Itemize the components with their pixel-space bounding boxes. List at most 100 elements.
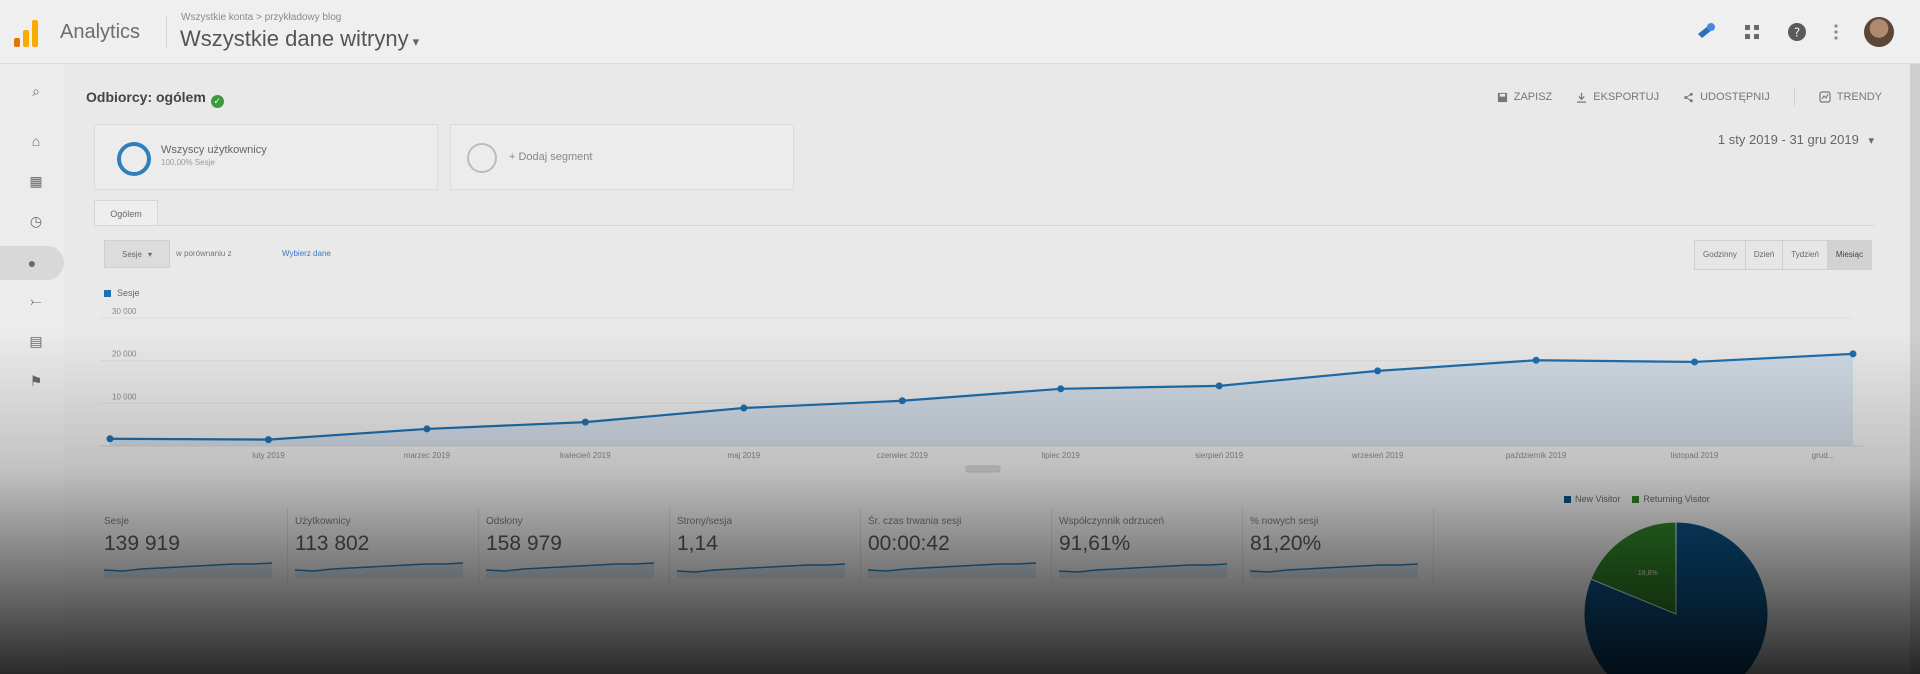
y-tick-label: 10 000 — [112, 392, 137, 401]
kpi-sparkline — [868, 562, 1036, 578]
view-selector[interactable]: Wszystkie dane witryny ▾ — [180, 26, 419, 52]
kpi-sparkline — [1059, 563, 1227, 578]
conversions-icon[interactable]: ⚑ — [10, 364, 62, 398]
view-name: Wszystkie dane witryny — [180, 26, 409, 51]
data-point[interactable] — [106, 435, 114, 443]
kpi-card[interactable]: Współczynnik odrzuceń 91,61% — [1059, 510, 1239, 588]
insights-label: TRENDY — [1836, 91, 1882, 103]
data-point[interactable] — [740, 404, 748, 412]
save-label: ZAPISZ — [1513, 91, 1553, 103]
data-point[interactable] — [581, 418, 589, 426]
data-point[interactable] — [423, 425, 431, 433]
kpi-card[interactable]: Strony/sesja 1,14 — [677, 510, 857, 588]
page-title: Odbiorcy: ogólem ✓ — [86, 89, 224, 108]
help-icon[interactable]: ? — [1785, 20, 1809, 44]
notifications-icon[interactable] — [1694, 20, 1718, 44]
kpi-value: 00:00:42 — [868, 532, 950, 555]
x-tick-label: kwiecień 2019 — [560, 451, 611, 460]
chevron-down-icon: ▾ — [148, 249, 153, 259]
x-tick-label: marzec 2019 — [404, 451, 451, 460]
kpi-label: Śr. czas trwania sesji — [868, 516, 962, 527]
tab-divider — [94, 225, 1874, 226]
select-metric-link[interactable]: Wybierz dane — [282, 249, 331, 258]
share-button[interactable]: UDOSTĘPNIJ — [1683, 91, 1770, 103]
data-point[interactable] — [1849, 350, 1857, 358]
granularity-week-button[interactable]: Tydzień — [1783, 241, 1828, 269]
realtime-icon[interactable]: ◷ — [10, 204, 62, 238]
segment-all-users[interactable]: Wszyscy użytkownicy 100,00% Sesje — [94, 124, 438, 190]
legend-label: Sesje — [117, 288, 140, 298]
kpi-label: Odsłony — [486, 516, 523, 527]
kpi-value: 91,61% — [1059, 532, 1131, 555]
x-tick-label: czerwiec 2019 — [877, 451, 929, 460]
kpi-sparkline — [486, 562, 654, 578]
export-label: EKSPORTUJ — [1593, 91, 1660, 103]
metric-value: Sesje — [121, 249, 142, 259]
search-icon[interactable]: ⌕ — [10, 74, 62, 108]
divider — [1242, 508, 1243, 586]
granularity-month-button[interactable]: Miesiąc — [1827, 241, 1871, 269]
account-breadcrumb[interactable]: Wszystkie konta > przykładowy blog — [181, 12, 341, 23]
granularity-hourly-button[interactable]: Godzinny — [1695, 241, 1746, 269]
audience-icon[interactable]: ● — [0, 246, 64, 280]
date-range-text: 1 sty 2019 - 31 gru 2019 — [1717, 132, 1859, 147]
chart-legend: Sesje — [104, 288, 140, 298]
avatar[interactable] — [1864, 17, 1894, 47]
legend-label: Returning Visitor — [1643, 494, 1710, 504]
kpi-card[interactable]: Sesje 139 919 — [104, 510, 284, 588]
share-icon — [1684, 92, 1693, 102]
home-icon[interactable]: ⌂ — [10, 124, 62, 158]
add-segment-label: + Dodaj segment — [509, 151, 593, 163]
kpi-value: 158 979 — [486, 532, 562, 555]
customization-icon[interactable]: ▦ — [10, 164, 62, 198]
date-range-picker[interactable]: 1 sty 2019 - 31 gru 2019 ▾ — [1718, 132, 1874, 147]
x-tick-label: lipiec 2019 — [1042, 451, 1081, 460]
kpi-sparkline — [295, 562, 463, 578]
scrollbar[interactable] — [1910, 64, 1920, 674]
data-point[interactable] — [1215, 382, 1223, 390]
verified-icon: ✓ — [210, 95, 224, 108]
chart-resize-handle[interactable] — [965, 465, 1001, 473]
data-point[interactable] — [264, 436, 272, 444]
kpi-card[interactable]: Użytkownicy 113 802 — [295, 510, 475, 588]
segment-percentage: 100,00% Sesje — [161, 158, 215, 167]
apps-grid-icon[interactable] — [1740, 20, 1764, 44]
export-button[interactable]: EKSPORTUJ — [1576, 91, 1659, 103]
kpi-sparkline — [1250, 563, 1418, 578]
more-vert-icon[interactable] — [1824, 20, 1848, 44]
y-tick-label: 30 000 — [112, 307, 137, 316]
kpi-card[interactable]: % nowych sesji 81,20% — [1250, 510, 1430, 588]
data-point[interactable] — [898, 397, 906, 405]
visitor-type-pie-chart: 18,8% — [1583, 522, 1769, 674]
acquisition-icon[interactable]: ⤚ — [10, 284, 62, 318]
x-tick-label: listopad 2019 — [1671, 451, 1719, 460]
divider — [1793, 88, 1795, 106]
data-point[interactable] — [1532, 356, 1540, 364]
kpi-value: 1,14 — [677, 532, 718, 555]
x-tick-label: grud... — [1812, 451, 1835, 460]
add-segment-button[interactable]: + Dodaj segment — [450, 124, 794, 190]
empty-segment-icon — [467, 143, 497, 173]
x-tick-label: październik 2019 — [1506, 451, 1567, 460]
metric-dropdown[interactable]: Sesje ▾ — [104, 240, 170, 268]
save-button[interactable]: ZAPISZ — [1497, 91, 1553, 103]
data-point[interactable] — [1057, 385, 1065, 393]
data-point[interactable] — [1691, 358, 1699, 366]
kpi-card[interactable]: Odsłony 158 979 — [486, 510, 666, 588]
insights-button[interactable]: TRENDY — [1819, 91, 1882, 103]
segment-name: Wszyscy użytkownicy — [161, 144, 267, 156]
legend-label: New Visitor — [1575, 494, 1621, 504]
x-tick-label: maj 2019 — [727, 451, 760, 460]
chevron-down-icon: ▾ — [412, 34, 420, 49]
behavior-icon[interactable]: ▤ — [10, 324, 62, 358]
kpi-card[interactable]: Śr. czas trwania sesji 00:00:42 — [868, 510, 1048, 588]
kpi-value: 81,20% — [1250, 532, 1322, 555]
tab-overview[interactable]: Ogólem — [94, 200, 158, 226]
analytics-logo-icon[interactable] — [14, 19, 40, 47]
kpi-label: Użytkownicy — [295, 516, 351, 527]
data-point[interactable] — [1374, 367, 1382, 375]
granularity-day-button[interactable]: Dzień — [1745, 241, 1784, 269]
svg-text:?: ? — [1794, 26, 1800, 40]
sessions-line-chart: 30 000 20 000 10 000 luty 2019 marzec 2019 kw… — [100, 307, 1863, 473]
kpi-value: 113 802 — [295, 532, 370, 555]
